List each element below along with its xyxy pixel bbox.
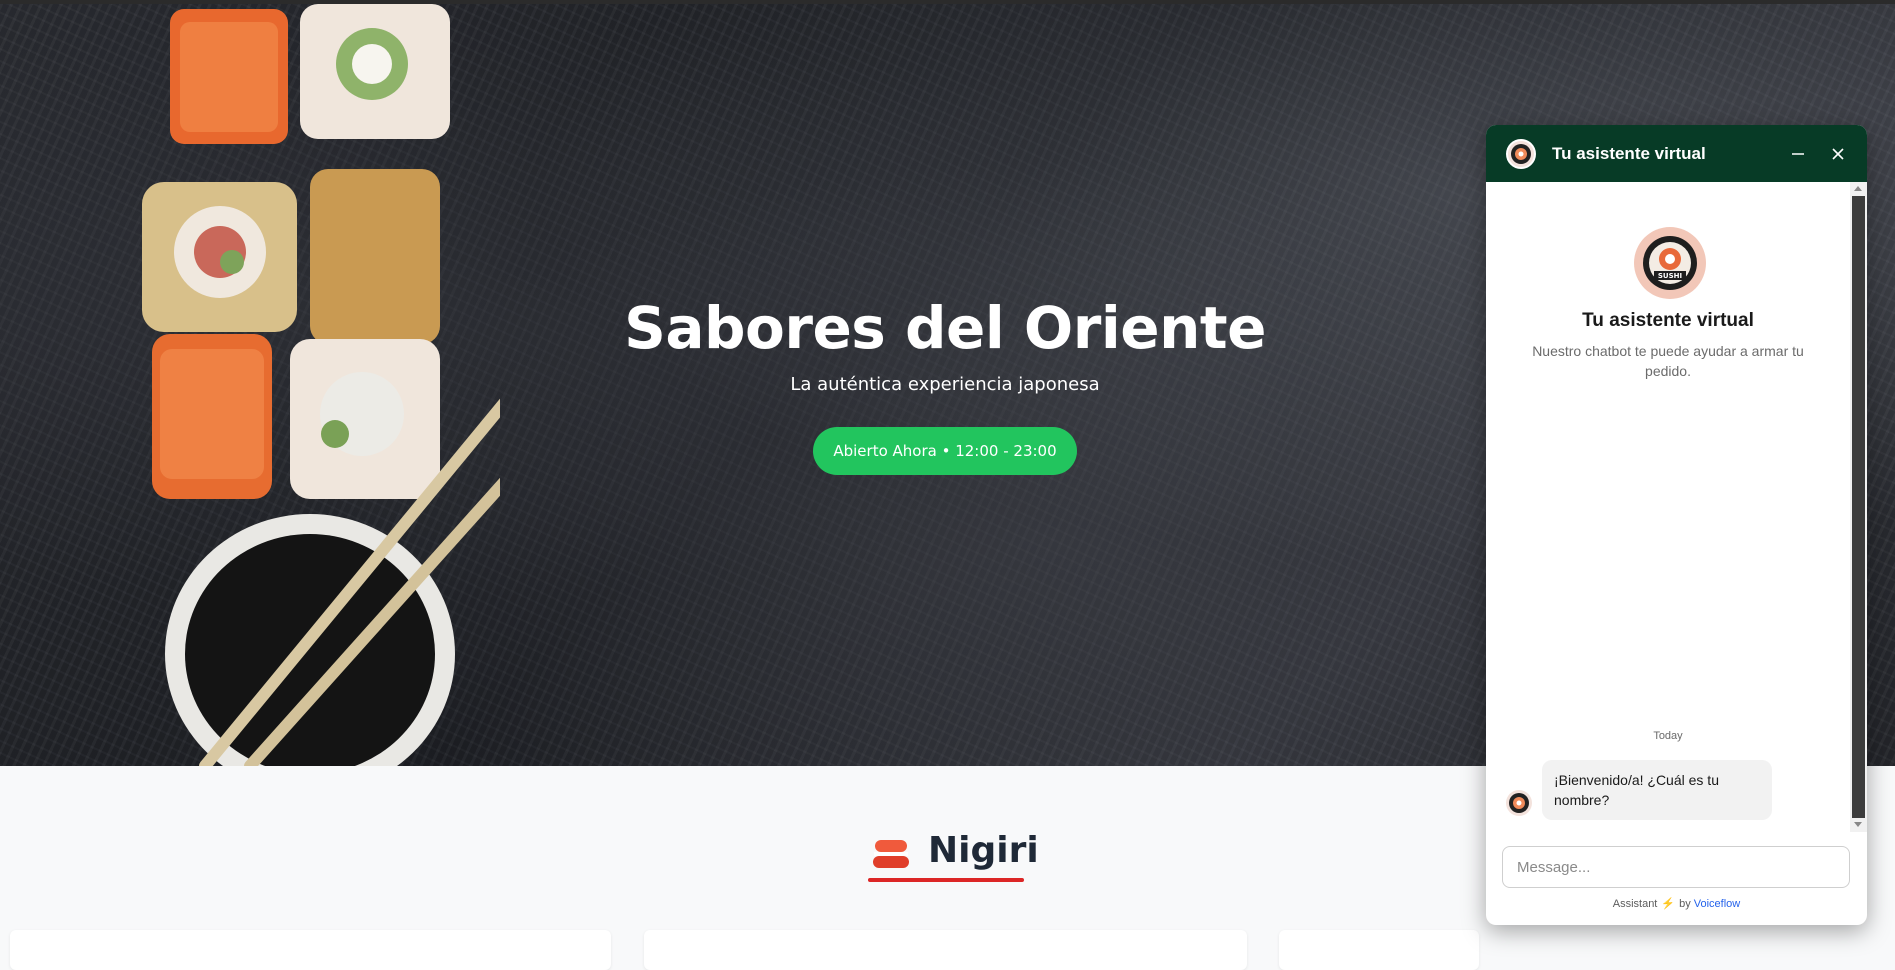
powered-by-footer: Assistant ⚡ by Voiceflow: [1486, 897, 1867, 910]
minimize-icon: [1792, 152, 1804, 155]
message-input[interactable]: [1502, 846, 1850, 888]
nigiri-icon: [873, 840, 909, 868]
assistant-description: Nuestro chatbot te puede ayudar a armar …: [1532, 343, 1804, 379]
sushi-logo-icon: SUSHI: [1636, 229, 1704, 297]
section-title: Nigiri: [928, 830, 1039, 871]
open-status-badge: Abierto Ahora • 12:00 - 23:00: [813, 427, 1077, 475]
menu-card[interactable]: [644, 930, 1247, 970]
close-button[interactable]: [1823, 139, 1853, 169]
assistant-avatar: [1506, 138, 1536, 169]
chat-header: Tu asistente virtual: [1486, 125, 1867, 182]
bot-message: ¡Bienvenido/a! ¿Cuál es tu nombre?: [1542, 760, 1772, 820]
scroll-up-arrow-icon[interactable]: [1854, 186, 1862, 191]
footer-prefix: Assistant: [1612, 898, 1658, 910]
section-header-nigiri: Nigiri: [868, 826, 1039, 882]
scroll-down-arrow-icon[interactable]: [1854, 822, 1862, 827]
menu-card[interactable]: [10, 930, 611, 970]
sushi-logo-icon: [1509, 793, 1529, 813]
sushi-logo-icon: [1511, 143, 1531, 164]
sushi-hero-image: [142, 4, 500, 766]
date-separator: Today: [1653, 730, 1683, 742]
footer-by: by: [1679, 898, 1691, 910]
close-icon: [1832, 147, 1844, 160]
scroll-thumb[interactable]: [1852, 196, 1865, 818]
assistant-logo: SUSHI: [1634, 227, 1706, 299]
voiceflow-link[interactable]: Voiceflow: [1694, 898, 1740, 910]
chat-widget: Tu asistente virtual SUSHI Tu asistente …: [1486, 125, 1867, 925]
assistant-name: Tu asistente virtual: [1582, 310, 1754, 331]
chat-scrollbar[interactable]: [1850, 182, 1867, 832]
hero-title: Sabores del Oriente: [624, 294, 1266, 362]
message-avatar: [1506, 790, 1532, 816]
chat-messages-area[interactable]: SUSHI Tu asistente virtual Nuestro chatb…: [1486, 182, 1850, 832]
logo-text: SUSHI: [1658, 272, 1682, 280]
hero-content: Sabores del Oriente La auténtica experie…: [600, 294, 1290, 475]
chat-header-title: Tu asistente virtual: [1552, 143, 1706, 163]
section-underline: [868, 878, 1024, 882]
hero-subtitle: La auténtica experiencia japonesa: [790, 374, 1100, 395]
menu-card[interactable]: [1279, 930, 1479, 970]
minimize-button[interactable]: [1783, 139, 1813, 169]
bolt-icon: ⚡: [1661, 898, 1676, 910]
